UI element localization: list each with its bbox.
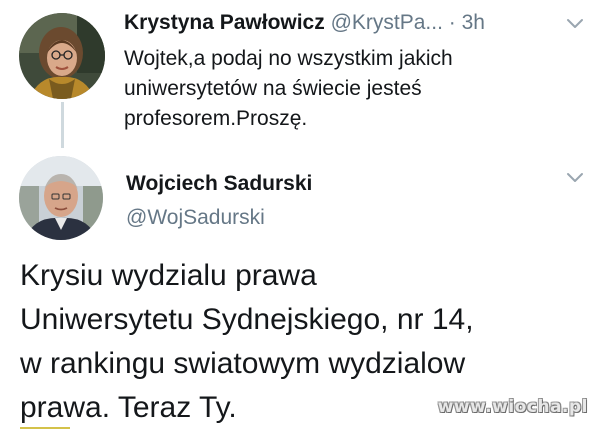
tweet2-text-line: Uniwersytetu Sydnejskiego, nr 14, (20, 303, 474, 336)
tweet1-handle[interactable]: @KrystPa... (331, 11, 443, 34)
divider (20, 427, 70, 429)
avatar-krystyna[interactable] (19, 13, 105, 99)
chevron-down-icon[interactable] (566, 172, 584, 184)
tweet1-text-line: profesorem.Proszę. (124, 107, 308, 130)
tweet1-text: Wojtek,a podaj no wszystkim jakich uniwe… (124, 44, 554, 134)
tweet2-handle[interactable]: @WojSadurski (126, 204, 265, 232)
tweet2-text-line: w rankingu swiatowym wydzialow (20, 347, 466, 380)
avatar-photo-1 (19, 13, 105, 99)
tweet1-author-name[interactable]: Krystyna Pawłowicz (124, 11, 325, 34)
tweet1-text-line: Wojtek,a podaj no wszystkim jakich (124, 47, 453, 70)
tweet1-text-line: uniwersytetów na świecie jesteś (124, 77, 422, 100)
watermark: www.wiocha.pl (437, 397, 588, 417)
chevron-down-icon[interactable] (566, 18, 584, 30)
avatar-wojciech[interactable] (19, 156, 103, 240)
tweet1-header: Krystyna Pawłowicz @KrystPa... · 3h (124, 10, 594, 40)
thread-line (61, 102, 64, 148)
tweet2-author-name[interactable]: Wojciech Sadurski (126, 170, 312, 198)
tweet1-separator: · (448, 11, 456, 34)
avatar-photo-2 (19, 156, 103, 240)
tweet2-text-line: Krysiu wydzialu prawa (20, 259, 317, 292)
tweet1-timestamp[interactable]: 3h (462, 11, 485, 34)
